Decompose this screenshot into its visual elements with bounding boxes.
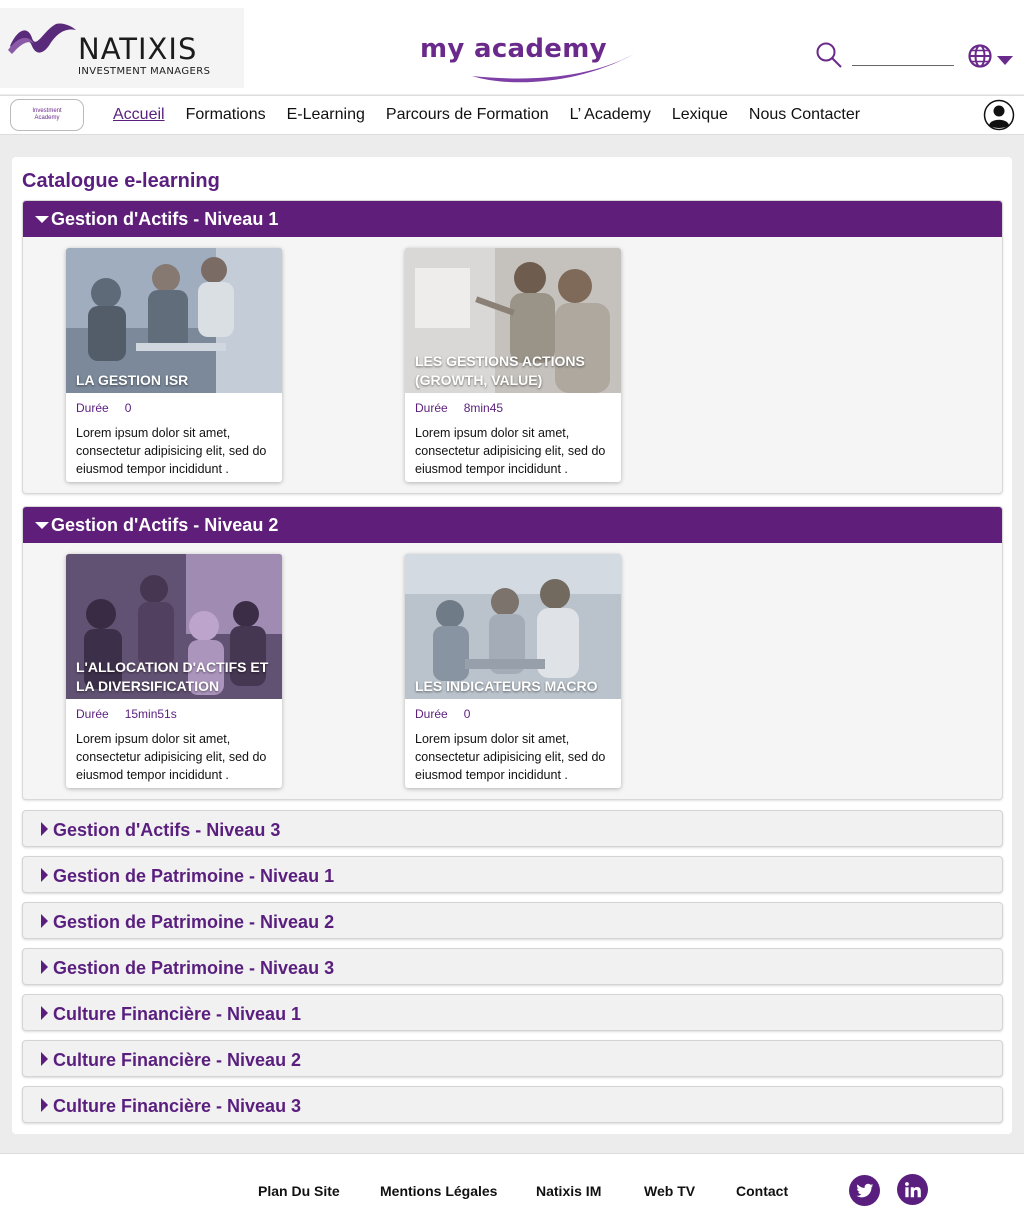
caret-down-icon <box>35 216 49 223</box>
duration-label: Durée <box>415 707 448 721</box>
natixis-logo[interactable]: NATIXIS INVESTMENT MANAGERS <box>0 8 244 88</box>
nav-item-parcours-de-formation[interactable]: Parcours de Formation <box>386 106 549 124</box>
caret-right-icon <box>41 960 48 974</box>
chevron-down-icon[interactable] <box>997 56 1013 65</box>
company-name: NATIXIS <box>78 32 198 66</box>
section-gestion-patrimoine-niveau-1[interactable]: Gestion de Patrimoine - Niveau 1 <box>22 856 1003 893</box>
caret-right-icon <box>41 868 48 882</box>
duration-value: 0 <box>463 707 471 721</box>
duration-value: 0 <box>124 401 132 415</box>
nav-items: Accueil Formations E-Learning Parcours d… <box>113 106 860 124</box>
course-card[interactable]: L'ALLOCATION D'ACTIFS ET LA DIVERSIFICAT… <box>66 554 282 788</box>
course-description: Lorem ipsum dolor sit amet, consectetur … <box>415 732 606 782</box>
course-duration: Durée 8min45 <box>415 401 503 415</box>
linkedin-icon <box>904 1181 921 1197</box>
course-image: LES INDICATEURS MACRO <box>405 554 621 699</box>
section-culture-financiere-niveau-2[interactable]: Culture Financière - Niveau 2 <box>22 1040 1003 1077</box>
course-card[interactable]: LES INDICATEURS MACRO Durée 0 Lorem ipsum… <box>405 554 621 788</box>
course-title: LES GESTIONS ACTIONS (GROWTH, VALUE) <box>415 353 585 388</box>
investment-academy-logo-line1: Investment <box>32 108 62 114</box>
course-description: Lorem ipsum dolor sit amet, consectetur … <box>415 426 606 476</box>
section-gestion-actifs-niveau-2: Gestion d'Actifs - Niveau 2 L'ALLOCATION… <box>22 506 1003 800</box>
caret-right-icon <box>41 914 48 928</box>
academy-swoosh-icon <box>472 54 634 83</box>
duration-label: Durée <box>76 707 109 721</box>
course-duration: Durée 0 <box>415 707 470 721</box>
duration-label: Durée <box>415 401 448 415</box>
catalogue-panel: Catalogue e-learning Gestion d'Actifs - … <box>12 157 1012 1134</box>
search-icon[interactable] <box>814 40 844 70</box>
course-duration: Durée 0 <box>76 401 131 415</box>
nav-item-formations[interactable]: Formations <box>186 106 266 124</box>
course-card[interactable]: LES GESTIONS ACTIONS (GROWTH, VALUE) Dur… <box>405 248 621 482</box>
nav-item-lexique[interactable]: Lexique <box>672 106 728 124</box>
footer-link-natixis-im[interactable]: Natixis IM <box>536 1183 601 1199</box>
course-title: LA GESTION ISR <box>76 372 189 388</box>
course-title: L'ALLOCATION D'ACTIFS ET LA DIVERSIFICAT… <box>76 659 269 694</box>
course-duration: Durée 15min51s <box>76 707 177 721</box>
nav-item-academy[interactable]: L’ Academy <box>570 106 651 124</box>
section-header[interactable]: Gestion d'Actifs - Niveau 1 <box>23 201 1002 237</box>
natixis-swoosh-icon <box>8 23 76 54</box>
course-title: LES INDICATEURS MACRO <box>415 678 598 694</box>
section-title: Gestion d'Actifs - Niveau 3 <box>53 820 281 840</box>
course-image: L'ALLOCATION D'ACTIFS ET LA DIVERSIFICAT… <box>66 554 282 699</box>
duration-label: Durée <box>76 401 109 415</box>
footer-link-plan-du-site[interactable]: Plan Du Site <box>258 1183 340 1199</box>
section-header[interactable]: Gestion d'Actifs - Niveau 2 <box>23 507 1002 543</box>
section-culture-financiere-niveau-3[interactable]: Culture Financière - Niveau 3 <box>22 1086 1003 1123</box>
footer-link-contact[interactable]: Contact <box>736 1183 788 1199</box>
page-title: Catalogue e-learning <box>22 170 220 192</box>
caret-down-icon <box>35 522 49 529</box>
twitter-button[interactable] <box>849 1175 880 1206</box>
duration-value: 8min45 <box>463 401 504 415</box>
globe-icon[interactable] <box>967 43 993 69</box>
course-description: Lorem ipsum dolor sit amet, consectetur … <box>76 426 267 476</box>
user-account-icon[interactable] <box>983 99 1015 131</box>
section-gestion-patrimoine-niveau-3[interactable]: Gestion de Patrimoine - Niveau 3 <box>22 948 1003 985</box>
section-title: Gestion d'Actifs - Niveau 2 <box>51 515 279 535</box>
section-culture-financiere-niveau-1[interactable]: Culture Financière - Niveau 1 <box>22 994 1003 1031</box>
search-input[interactable] <box>852 44 954 66</box>
section-title: Gestion de Patrimoine - Niveau 1 <box>53 866 335 886</box>
linkedin-button[interactable] <box>897 1174 928 1205</box>
section-title: Gestion d'Actifs - Niveau 1 <box>51 209 279 229</box>
section-gestion-actifs-niveau-1: Gestion d'Actifs - Niveau 1 LA GESTION I… <box>22 200 1003 494</box>
nav-item-e-learning[interactable]: E-Learning <box>287 106 365 124</box>
section-title: Culture Financière - Niveau 2 <box>53 1050 302 1070</box>
section-gestion-actifs-niveau-3[interactable]: Gestion d'Actifs - Niveau 3 <box>22 810 1003 847</box>
course-card[interactable]: LA GESTION ISR Durée 0 Lorem ipsum dolor … <box>66 248 282 482</box>
section-title: Culture Financière - Niveau 1 <box>53 1004 302 1024</box>
nav-item-accueil[interactable]: Accueil <box>113 106 165 124</box>
duration-value: 15min51s <box>124 707 177 721</box>
twitter-icon <box>855 1183 873 1197</box>
section-title: Gestion de Patrimoine - Niveau 2 <box>53 912 335 932</box>
course-description: Lorem ipsum dolor sit amet, consectetur … <box>76 732 267 782</box>
section-title: Gestion de Patrimoine - Niveau 3 <box>53 958 335 978</box>
site-footer: Plan Du Site Mentions Légales Natixis IM… <box>0 1153 1024 1225</box>
section-title: Culture Financière - Niveau 3 <box>53 1096 302 1116</box>
nav-item-nous-contacter[interactable]: Nous Contacter <box>749 106 860 124</box>
course-image: LES GESTIONS ACTIONS (GROWTH, VALUE) <box>405 248 621 393</box>
caret-right-icon <box>41 822 48 836</box>
footer-link-web-tv[interactable]: Web TV <box>644 1183 695 1199</box>
caret-right-icon <box>41 1052 48 1066</box>
section-gestion-patrimoine-niveau-2[interactable]: Gestion de Patrimoine - Niveau 2 <box>22 902 1003 939</box>
caret-right-icon <box>41 1006 48 1020</box>
company-subtitle: INVESTMENT MANAGERS <box>78 66 211 77</box>
footer-link-mentions-legales[interactable]: Mentions Légales <box>380 1183 497 1199</box>
site-header: NATIXIS INVESTMENT MANAGERS my academy <box>0 0 1024 94</box>
caret-right-icon <box>41 1098 48 1112</box>
main-navigation: Investment Academy Accueil Formations E-… <box>0 95 1024 135</box>
investment-academy-logo[interactable]: Investment Academy <box>10 99 84 131</box>
course-image: LA GESTION ISR <box>66 248 282 393</box>
investment-academy-logo-line2: Academy <box>34 115 60 121</box>
